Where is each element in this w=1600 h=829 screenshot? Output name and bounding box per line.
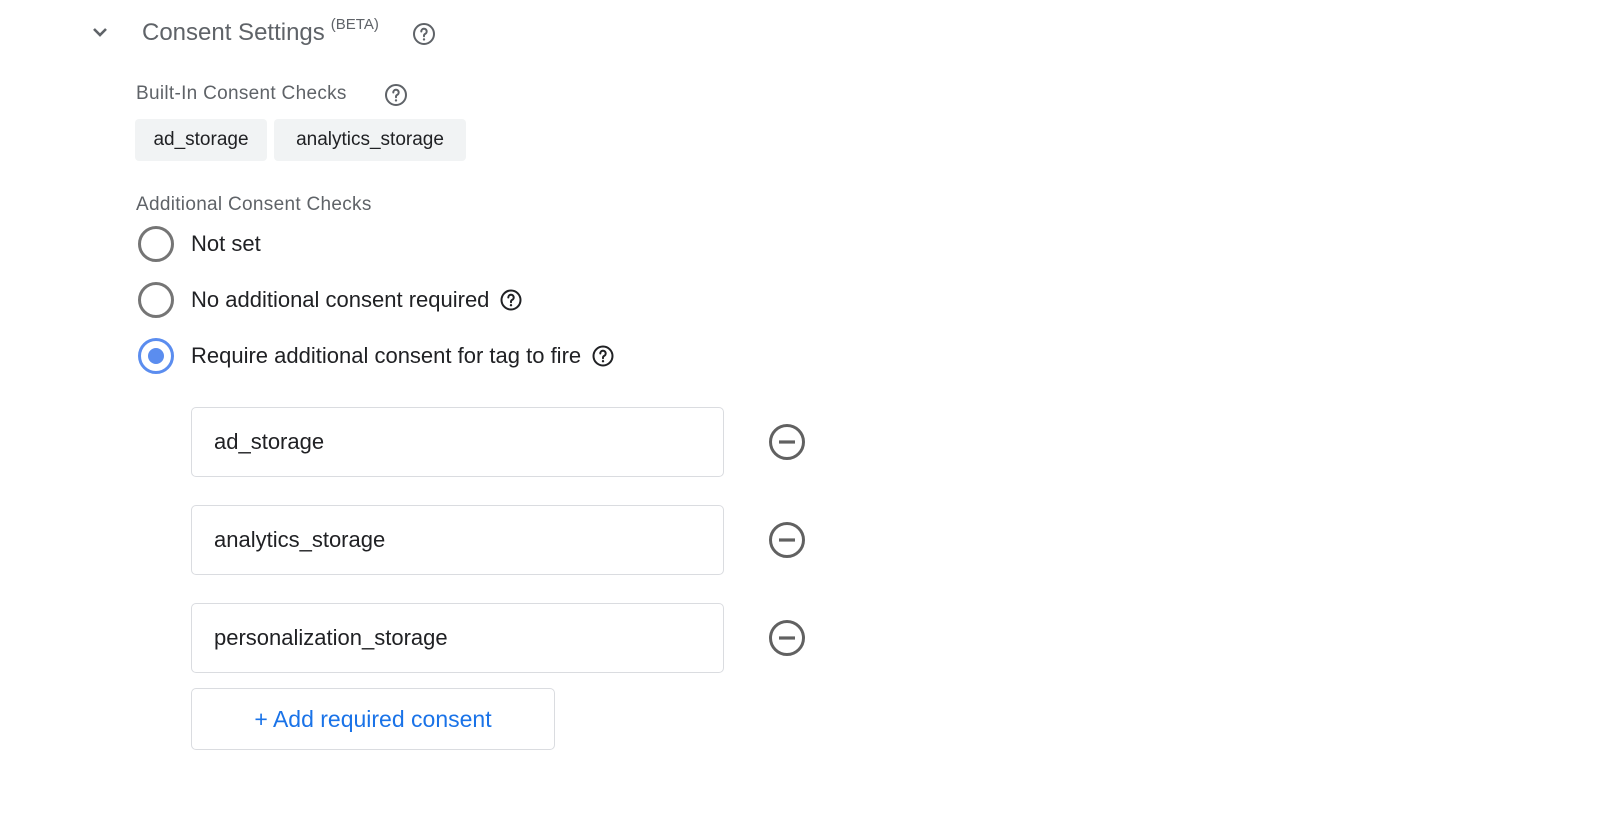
minus-circle-icon[interactable] bbox=[768, 619, 806, 657]
add-required-consent-button[interactable]: + Add required consent bbox=[191, 688, 555, 750]
help-icon[interactable] bbox=[591, 344, 615, 368]
radio-label: Require additional consent for tag to fi… bbox=[191, 343, 582, 368]
radio-button[interactable] bbox=[138, 282, 174, 318]
builtin-consent-chip: ad_storage bbox=[135, 119, 267, 161]
section-title: Consent Settings (BETA) bbox=[142, 16, 379, 47]
minus-circle-icon[interactable] bbox=[768, 423, 806, 461]
required-consent-input[interactable] bbox=[191, 603, 724, 673]
help-icon[interactable] bbox=[412, 22, 436, 46]
required-consent-input[interactable] bbox=[191, 407, 724, 477]
radio-button[interactable] bbox=[138, 226, 174, 262]
radio-option-not-set[interactable]: Not set bbox=[138, 226, 261, 262]
radio-option-require-additional-consent[interactable]: Require additional consent for tag to fi… bbox=[138, 338, 615, 374]
chevron-down-icon[interactable] bbox=[88, 20, 112, 44]
beta-badge: (BETA) bbox=[330, 16, 379, 33]
help-icon[interactable] bbox=[384, 83, 408, 107]
help-icon[interactable] bbox=[499, 288, 523, 312]
radio-button-selected[interactable] bbox=[138, 338, 174, 374]
builtin-consent-chip: analytics_storage bbox=[274, 119, 466, 161]
radio-option-no-additional-consent[interactable]: No additional consent required bbox=[138, 282, 523, 318]
section-title-text: Consent Settings bbox=[142, 19, 325, 46]
radio-label: Not set bbox=[191, 231, 261, 256]
minus-circle-icon[interactable] bbox=[768, 521, 806, 559]
additional-consent-label: Additional Consent Checks bbox=[136, 194, 372, 215]
radio-label: No additional consent required bbox=[191, 287, 490, 312]
builtin-consent-label: Built-In Consent Checks bbox=[136, 83, 347, 104]
required-consent-input[interactable] bbox=[191, 505, 724, 575]
